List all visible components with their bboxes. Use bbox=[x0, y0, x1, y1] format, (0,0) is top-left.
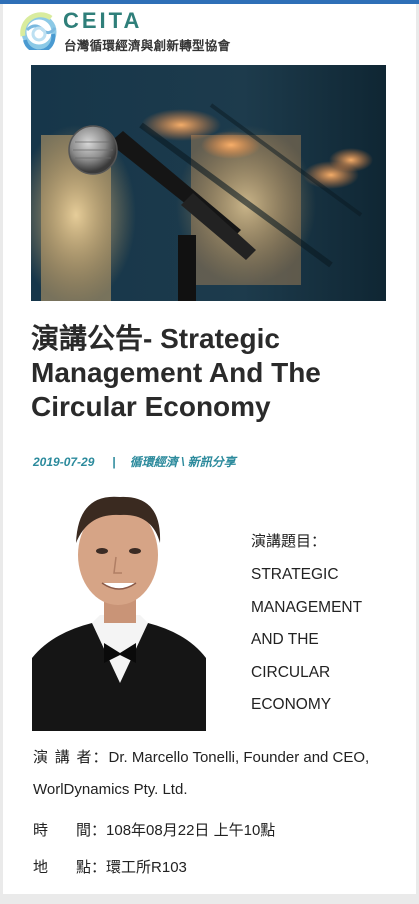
speaker-info: 演 講 者：Dr. Marcello Tonelli, Founder and … bbox=[33, 741, 403, 806]
time-label-2: 間： bbox=[76, 821, 107, 839]
place-value: 環工所R103 bbox=[106, 859, 187, 876]
site-header[interactable]: CEITA 台灣循環經濟與創新轉型協會 bbox=[3, 4, 416, 56]
article-meta: 2019-07-29 | 循環經濟 \ 新訊分享 bbox=[33, 453, 236, 470]
microphone-image bbox=[31, 65, 386, 301]
site-brand: CEITA bbox=[63, 8, 143, 33]
article-title: 演講公告- Strategic Management And The Circu… bbox=[31, 323, 321, 422]
time-row: 時 間：108年08月22日 上午10點 bbox=[33, 819, 275, 840]
article-categories[interactable]: 循環經濟 \ 新訊分享 bbox=[130, 455, 236, 469]
place-label-2: 點： bbox=[76, 858, 107, 876]
topic-line: AND THE bbox=[251, 631, 319, 648]
ceita-logo-icon bbox=[20, 12, 57, 50]
topic-line: STRATEGIC bbox=[251, 566, 339, 583]
topic-line: MANAGEMENT bbox=[251, 598, 363, 616]
article-page: CEITA 台灣循環經濟與創新轉型協會 演講公告- Strategic Mana… bbox=[3, 4, 416, 894]
site-subtitle: 台灣循環經濟與創新轉型協會 bbox=[64, 38, 231, 53]
meta-separator: | bbox=[112, 455, 116, 469]
place-row: 地 點：環工所R103 bbox=[33, 856, 187, 877]
time-label-1: 時 bbox=[33, 821, 49, 839]
topic-line: CIRCULAR bbox=[251, 663, 331, 681]
hero-image bbox=[31, 65, 386, 301]
time-value: 108年08月22日 上午10點 bbox=[106, 822, 276, 839]
topic-label: 演講題目： bbox=[251, 532, 327, 550]
speaker-label: 演 講 者： bbox=[33, 748, 109, 766]
article-date[interactable]: 2019-07-29 bbox=[33, 455, 94, 469]
lecture-topic: 演講題目： STRATEGIC MANAGEMENT AND THE CIRCU… bbox=[251, 530, 411, 727]
speaker-photo bbox=[32, 483, 206, 731]
topic-line: ECONOMY bbox=[251, 696, 332, 713]
place-label-1: 地 bbox=[33, 858, 49, 876]
